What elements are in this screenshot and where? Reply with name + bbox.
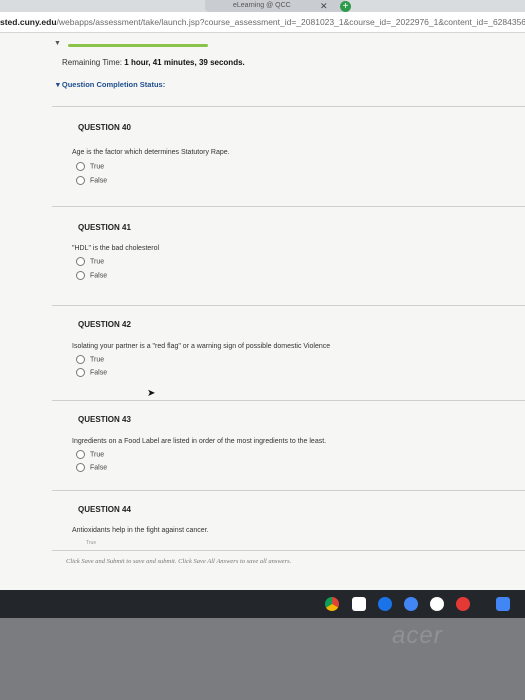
radio-button[interactable] [76,463,85,472]
gmail-icon[interactable] [352,597,366,611]
remaining-time-label: Remaining Time: [62,58,123,67]
question-text: Ingredients on a Food Label are listed i… [72,438,327,445]
option-false[interactable]: False [76,176,107,185]
tab-title: eLearning @ QCC [233,2,291,9]
radio-button[interactable] [76,257,85,266]
question-text: Antioxidants help in the fight against c… [72,527,209,534]
question-block: QUESTION 43 Ingredients on a Food Label … [52,400,525,491]
docs-icon[interactable] [496,597,510,611]
laptop-brand-logo: acer [392,622,443,649]
option-false[interactable]: False [76,271,107,280]
question-number: QUESTION 42 [78,320,131,329]
submit-instructions: Click Save and Submit to save and submit… [66,558,292,565]
option-false[interactable]: False [76,368,107,377]
files-icon[interactable] [378,597,392,611]
browser-screen: eLearning @ QCC ✕ + sted.cuny.edu/webapp… [0,0,525,590]
assessment-content: Remaining Time: 1 hour, 41 minutes, 39 s… [52,50,525,590]
address-bar[interactable]: sted.cuny.edu/webapps/assessment/take/la… [0,12,525,33]
option-true[interactable]: True [76,162,104,171]
option-false[interactable]: False [76,463,107,472]
option-true[interactable]: True [76,257,104,266]
option-label: True [86,540,97,546]
question-number: QUESTION 40 [78,123,131,132]
close-tab-icon[interactable]: ✕ [320,0,328,12]
radio-button[interactable] [76,162,85,171]
mouse-cursor-icon: ➤ [147,388,156,399]
play-store-icon[interactable] [404,597,418,611]
option-label: True [90,163,105,171]
question-number: QUESTION 43 [78,415,131,424]
radio-button[interactable] [76,368,85,377]
taskbar [0,590,525,618]
new-tab-icon[interactable]: + [340,1,351,12]
option-label: False [90,369,108,377]
option-true[interactable]: True [76,450,104,459]
question-block: QUESTION 41 "HDL" is the bad cholesterol… [52,206,525,302]
chevron-down-icon[interactable]: ▼ [54,40,61,47]
completion-status-label: Question Completion Status: [61,80,166,89]
radio-button[interactable] [76,271,85,280]
option-label: True [90,258,105,266]
option-label: False [90,177,108,185]
url-domain: sted.cuny.edu [0,17,57,27]
question-block: QUESTION 42 Isolating your partner is a … [52,305,525,401]
radio-button[interactable] [76,355,85,364]
option-label: True [90,356,105,364]
divider [52,550,525,551]
question-text: Age is the factor which determines Statu… [72,149,230,156]
question-text: Isolating your partner is a "red flag" o… [72,343,331,350]
question-number: QUESTION 41 [78,223,131,232]
url-path: /webapps/assessment/take/launch.jsp?cour… [56,17,525,27]
radio-button[interactable] [76,176,85,185]
question-number: QUESTION 44 [78,505,131,514]
question-text: "HDL" is the bad cholesterol [72,245,160,252]
option-label: False [90,272,108,280]
option-true[interactable]: True [86,540,96,546]
youtube-icon[interactable] [430,597,444,611]
radio-button[interactable] [76,450,85,459]
chrome-icon[interactable] [325,597,339,611]
remaining-time: Remaining Time: 1 hour, 41 minutes, 39 s… [62,58,245,67]
settings-icon[interactable] [456,597,470,611]
question-block: QUESTION 40 Age is the factor which dete… [52,106,525,202]
option-label: True [90,451,105,459]
question-completion-toggle[interactable]: ▾ Question Completion Status: [56,80,165,89]
option-label: False [90,464,108,472]
question-block: QUESTION 44 Antioxidants help in the fig… [52,490,525,553]
remaining-time-value: 1 hour, 41 minutes, 39 seconds. [124,58,245,67]
browser-tab-strip: eLearning @ QCC ✕ + [0,0,525,12]
option-true[interactable]: True [76,355,104,364]
progress-bar [68,44,208,47]
